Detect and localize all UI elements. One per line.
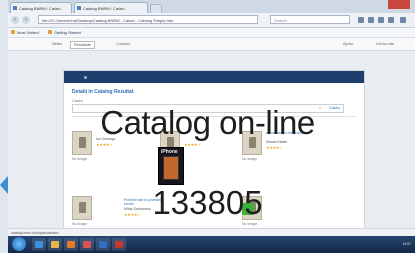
home-icon[interactable] — [378, 17, 384, 23]
taskbar: 14:07 — [8, 236, 415, 253]
no-image-label: No Image — [72, 222, 88, 226]
tab-bar: Catalog BNRM / Catalo Catalog BNRM / Cat… — [8, 0, 415, 14]
close-window-button[interactable] — [388, 0, 410, 9]
panel-header — [64, 71, 364, 83]
start-button[interactable] — [12, 237, 26, 251]
maximize-button[interactable] — [373, 0, 387, 9]
tab-catalog-1[interactable]: Catalog BNRM / Catalo — [10, 2, 72, 13]
favicon-icon — [77, 6, 81, 10]
ie-taskbar-icon[interactable] — [32, 238, 46, 251]
app-taskbar-icon[interactable] — [112, 238, 126, 251]
word-taskbar-icon[interactable] — [96, 238, 110, 251]
tab-label: Catalog BNRM / Catalo — [83, 6, 125, 11]
panel-title[interactable]: Detalii in Catalog Rezultat — [72, 89, 133, 95]
bookmarks-bar: Most Visited Getting Started — [8, 28, 415, 38]
rating-stars: ★★★★☆ — [266, 145, 283, 150]
favicon-icon — [13, 6, 17, 10]
tab-catalog-2[interactable]: Catalog BNRM / Catalo — [74, 2, 148, 13]
phone-book-cover: iPhone — [158, 147, 184, 185]
forward-icon[interactable]: › — [22, 16, 30, 24]
status-bar: catalog.bnrm.md/opac/cautare... — [8, 228, 415, 236]
minimize-button[interactable] — [358, 0, 372, 9]
overlay-number: 133805 — [152, 184, 263, 221]
site-toolbar: Selec Resultate Contact Ajutor Limba sit… — [8, 38, 415, 51]
navigation-toolbar: ‹ › file:///C:/Users/Irina/Desktop/Catal… — [8, 13, 415, 28]
address-bar[interactable]: file:///C:/Users/Irina/Desktop/Catalog B… — [38, 15, 258, 24]
tab-label: Catalog BNRM / Catalo — [19, 6, 61, 11]
link-help[interactable]: Ajutor — [343, 38, 353, 50]
overlay-title: Catalog on-line — [100, 104, 315, 141]
results-selector[interactable]: Resultate — [70, 41, 95, 49]
media-taskbar-icon[interactable] — [64, 238, 78, 251]
bookmark-most-visited[interactable]: Most Visited — [11, 28, 39, 37]
back-icon[interactable]: ‹ — [11, 16, 19, 24]
firefox-taskbar-icon[interactable] — [80, 238, 94, 251]
bookmark-star-icon[interactable] — [358, 17, 364, 23]
panel-subtitle: Cauta — [72, 98, 83, 103]
phone-screen — [163, 156, 179, 180]
bookmark-getting-started[interactable]: Getting Started — [48, 28, 81, 37]
rating-stars: ★★★★☆ — [184, 142, 201, 147]
no-image-label: No Image — [242, 157, 258, 161]
selector-prefix: Selec — [52, 41, 63, 46]
rating-stars: ★★★★☆ — [96, 142, 113, 147]
downloads-icon[interactable] — [368, 17, 374, 23]
no-image-label: No Image — [72, 157, 88, 161]
search-input[interactable]: Search — [270, 15, 350, 24]
dot-icon — [84, 76, 87, 79]
addon-icon[interactable] — [388, 17, 394, 23]
no-image-label: No Image — [242, 222, 258, 226]
link-contact[interactable]: Contact — [116, 38, 130, 50]
explorer-taskbar-icon[interactable] — [48, 238, 62, 251]
phone-brand: iPhone — [161, 149, 178, 155]
menu-icon[interactable] — [400, 17, 406, 23]
system-tray-clock[interactable]: 14:07 — [353, 238, 411, 251]
link-language[interactable]: Limba site — [376, 38, 394, 50]
